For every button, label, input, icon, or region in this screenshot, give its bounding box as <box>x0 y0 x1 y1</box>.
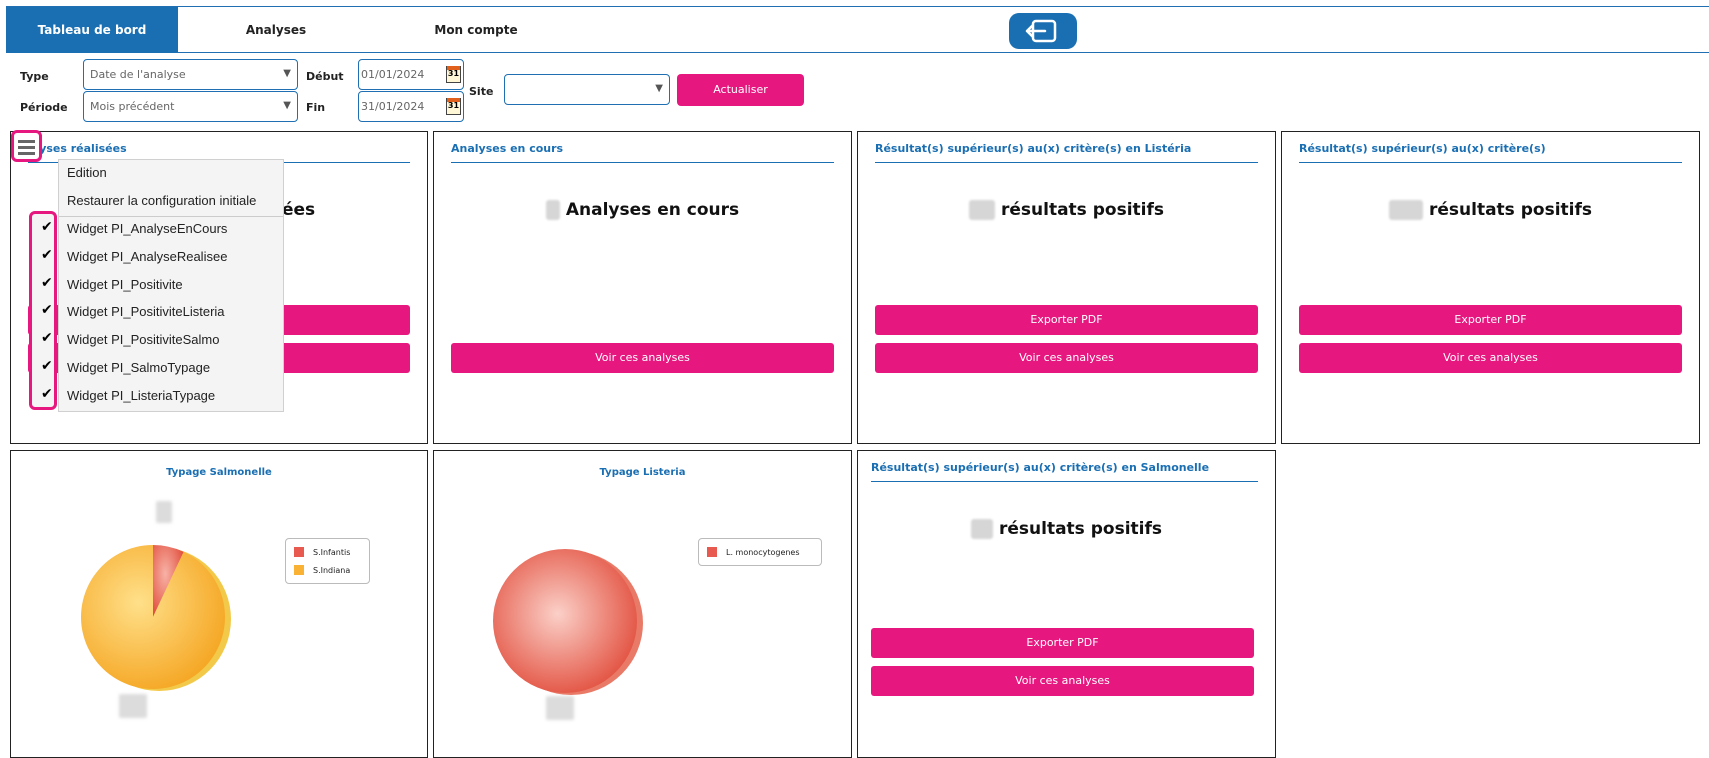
export-pdf-button[interactable]: Exporter PDF <box>875 305 1258 335</box>
widget-title: Résultat(s) supérieur(s) au(x) critère(s… <box>871 461 1258 482</box>
menu-item-widget-salmo-typage[interactable]: Widget PI_SalmoTypage <box>67 358 210 378</box>
menu-item-widget-analyse-realisee[interactable]: Widget PI_AnalyseRealisee <box>67 247 227 267</box>
periode-select[interactable]: Mois précédent ▼ <box>83 91 298 122</box>
calendar-icon[interactable]: 31 <box>446 98 461 115</box>
check-icon: ✔ <box>41 330 53 346</box>
widget-title: Analyses en cours <box>451 142 834 163</box>
chart-title: Typage Listeria <box>599 467 686 478</box>
legend-swatch <box>294 565 304 575</box>
legend-item[interactable]: S.Infantis <box>294 543 361 561</box>
widget-value-text: résultats positifs <box>1001 200 1164 220</box>
tab-mon-compte[interactable]: Mon compte <box>406 7 546 53</box>
menu-item-widget-analyse-en-cours[interactable]: Widget PI_AnalyseEnCours <box>67 219 227 239</box>
actualiser-button[interactable]: Actualiser <box>677 74 804 106</box>
legend-item[interactable]: L. monocytogenes <box>707 543 813 561</box>
salmonelle-pie-chart <box>81 545 231 691</box>
periode-label: Période <box>20 101 68 114</box>
legend-item[interactable]: S.Indiana <box>294 561 361 579</box>
voir-analyses-button[interactable]: Voir ces analyses <box>1299 343 1682 373</box>
tab-analyses[interactable]: Analyses <box>206 7 346 53</box>
site-select[interactable]: ▼ <box>504 74 670 105</box>
count-redacted <box>971 519 993 539</box>
menu-hamburger-button[interactable] <box>11 130 42 162</box>
count-redacted <box>545 200 560 220</box>
check-icon: ✔ <box>41 302 53 318</box>
hamburger-icon <box>18 140 35 143</box>
calendar-icon[interactable]: 31 <box>446 66 461 83</box>
legend-swatch <box>294 547 304 557</box>
legend-label: S.Indiana <box>313 565 351 575</box>
legend-label: L. monocytogenes <box>726 547 800 557</box>
widget-value: Analyses en cours <box>434 200 851 220</box>
pie-slice-s-indiana[interactable] <box>81 545 226 689</box>
chart-title: Typage Salmonelle <box>166 467 272 478</box>
menu-item-widget-positivite-salmo[interactable]: Widget PI_PositiviteSalmo <box>67 330 219 350</box>
chevron-down-icon: ▼ <box>283 100 291 111</box>
listeria-pie-chart <box>493 549 643 695</box>
widget-typage-salmonelle: Typage Salmonelle S.Infantis S.Indiana <box>10 450 428 758</box>
widget-config-menu: Edition Restaurer la configuration initi… <box>58 159 284 412</box>
export-pdf-button[interactable]: Exporter PDF <box>1299 305 1682 335</box>
widget-value-text: résultats positifs <box>999 519 1162 539</box>
check-icon: ✔ <box>41 247 53 263</box>
widget-positivite-salmonelle: Résultat(s) supérieur(s) au(x) critère(s… <box>857 450 1276 758</box>
fin-label: Fin <box>306 101 326 114</box>
widget-value: résultats positifs <box>858 200 1275 220</box>
fin-date-value: 31/01/2024 <box>361 100 425 113</box>
check-icon: ✔ <box>41 219 53 235</box>
menu-item-restaurer[interactable]: Restaurer la configuration initiale <box>67 191 256 211</box>
chart-legend: L. monocytogenes <box>698 538 822 566</box>
check-icon: ✔ <box>41 275 53 291</box>
type-label: Type <box>20 70 49 83</box>
periode-select-value: Mois précédent <box>90 100 175 113</box>
checkmark-column-highlight: ✔ ✔ ✔ ✔ ✔ ✔ ✔ <box>29 211 57 410</box>
check-icon: ✔ <box>41 386 53 402</box>
debut-date-value: 01/01/2024 <box>361 68 425 81</box>
legend-label: S.Infantis <box>313 547 351 557</box>
chart-legend: S.Infantis S.Indiana <box>285 538 370 584</box>
logout-button[interactable] <box>1009 13 1077 49</box>
menu-item-widget-positivite-listeria[interactable]: Widget PI_PositiviteListeria <box>67 302 225 322</box>
site-label: Site <box>469 85 494 98</box>
count-redacted <box>1389 200 1423 220</box>
export-pdf-button[interactable]: Exporter PDF <box>871 628 1254 658</box>
widget-value: résultats positifs <box>858 519 1275 539</box>
debut-date-input[interactable]: 01/01/2024 31 <box>358 59 464 90</box>
widget-positivite: Résultat(s) supérieur(s) au(x) critère(s… <box>1281 131 1700 444</box>
debut-label: Début <box>306 70 344 83</box>
redacted-label <box>156 501 172 523</box>
hamburger-line <box>18 152 35 155</box>
widget-typage-listeria: Typage Listeria L. monocytogenes <box>433 450 852 758</box>
widget-title: Résultat(s) supérieur(s) au(x) critère(s… <box>875 142 1258 163</box>
count-redacted <box>969 200 995 220</box>
legend-swatch <box>707 547 717 557</box>
pie-slice-l-monocytogenes[interactable] <box>493 549 637 693</box>
voir-analyses-button[interactable]: Voir ces analyses <box>875 343 1258 373</box>
fin-date-input[interactable]: 31/01/2024 31 <box>358 91 464 122</box>
chevron-down-icon: ▼ <box>283 68 291 79</box>
voir-analyses-button[interactable]: Voir ces analyses <box>451 343 834 373</box>
redacted-label <box>119 694 147 718</box>
widget-value-text: Analyses en cours <box>565 200 740 220</box>
type-select-value: Date de l'analyse <box>90 68 186 81</box>
widget-analyses-en-cours: Analyses en cours Analyses en cours Voir… <box>433 131 852 444</box>
menu-item-edition[interactable]: Edition <box>67 163 107 183</box>
widget-value-text: résultats positifs <box>1429 200 1592 220</box>
top-nav: Tableau de bord Analyses Mon compte <box>6 6 1709 53</box>
widget-positivite-listeria: Résultat(s) supérieur(s) au(x) critère(s… <box>857 131 1276 444</box>
check-icon: ✔ <box>41 358 53 374</box>
widget-title: Résultat(s) supérieur(s) au(x) critère(s… <box>1299 142 1682 163</box>
logout-icon <box>1025 19 1057 43</box>
widget-value-text: isées <box>266 200 316 220</box>
menu-divider <box>59 216 283 217</box>
hamburger-line <box>18 146 35 149</box>
tab-tableau-de-bord[interactable]: Tableau de bord <box>6 7 178 53</box>
type-select[interactable]: Date de l'analyse ▼ <box>83 59 298 90</box>
widget-value: résultats positifs <box>1282 200 1699 220</box>
voir-analyses-button[interactable]: Voir ces analyses <box>871 666 1254 696</box>
chevron-down-icon: ▼ <box>655 83 663 94</box>
menu-item-widget-positivite[interactable]: Widget PI_Positivite <box>67 275 183 295</box>
menu-item-widget-listeria-typage[interactable]: Widget PI_ListeriaTypage <box>67 386 215 406</box>
